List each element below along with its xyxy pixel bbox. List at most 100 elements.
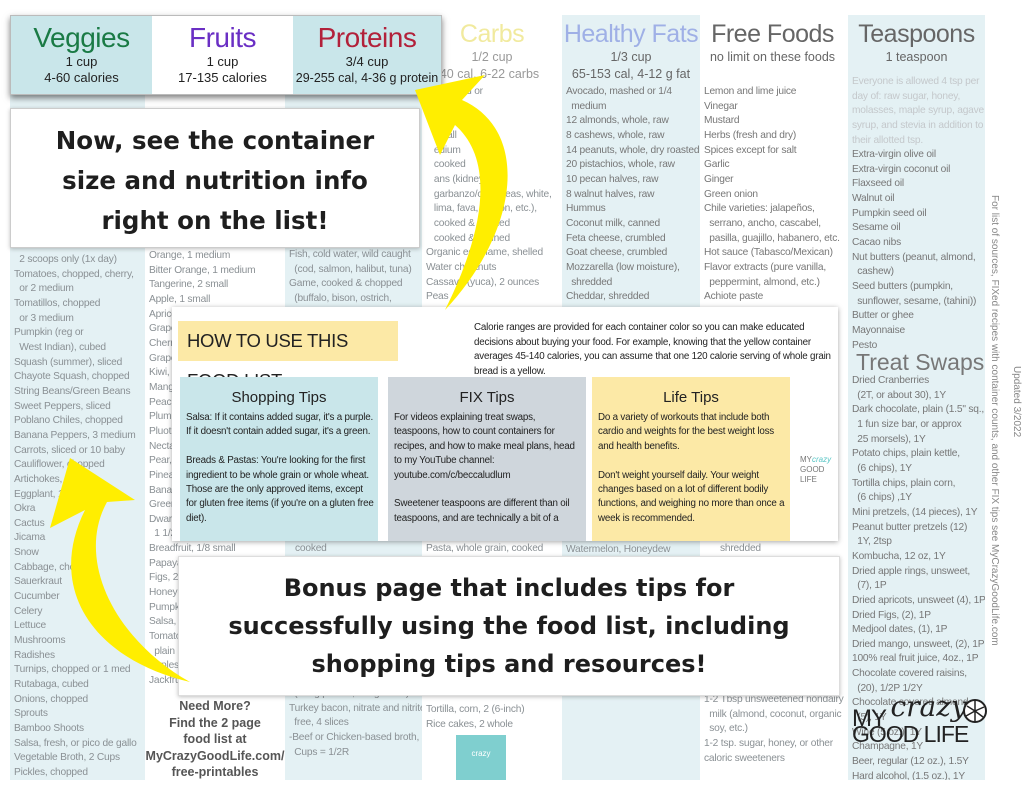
list-item: 25 morsels), 1Y — [852, 433, 926, 445]
list-item: Butter or ghee — [852, 310, 914, 322]
healthy-fats-info: 65-153 cal, 4-12 g fat — [571, 67, 691, 81]
list-item: Flavor extracts (pure vanilla, — [704, 261, 826, 273]
header-size: 1 cup — [206, 54, 239, 69]
list-item: Bitter Orange, 1 medium — [149, 264, 256, 276]
list-item: Kombucha, 12 oz, 1Y — [852, 550, 946, 562]
list-item: 2 scoops only (1x day) — [14, 254, 117, 265]
tip-title: Life Tips — [663, 389, 719, 406]
need-more-line: Need More? — [179, 699, 251, 713]
how-to-title: HOW TO USE THIS FOOD LIST — [178, 321, 398, 391]
list-item: day of: raw sugar, honey, — [852, 90, 961, 102]
list-item: Walnut oil — [852, 192, 895, 204]
list-item: Turkey bacon, nitrate and nitrite — [289, 702, 422, 714]
list-item: Mini pretzels, (14 pieces), 1Y — [852, 506, 978, 518]
list-item: Goat cheese, crumbled — [566, 247, 668, 259]
list-item: milk (almond, coconut, organic — [704, 708, 842, 720]
tip-title: Shopping Tips — [231, 389, 327, 406]
list-item: their allotted tsp. — [852, 134, 923, 146]
lemon-slice-icon — [963, 699, 987, 723]
list-item: 8 walnut halves, raw — [566, 188, 655, 200]
need-more-line: food list at — [183, 732, 247, 746]
list-item: pasilla, guajillo, habanero, etc. — [704, 232, 840, 244]
list-item: Dark chocolate, plain (1.5" sq., — [852, 404, 984, 416]
list-item: or 3 medium — [14, 312, 74, 324]
list-item: medium — [566, 100, 607, 112]
list-item: 100% real fruit juice, 4oz., 1P — [852, 653, 979, 665]
list-item: West Indian), cubed — [14, 341, 106, 353]
list-item: (6 chips), 1Y — [852, 462, 912, 474]
healthy-fats-title: Healthy Fats — [563, 20, 699, 48]
list-item: Bamboo Shoots — [14, 723, 84, 734]
header-size: 1 cup — [65, 54, 98, 69]
updated-date: Updated 3/2022 — [1011, 366, 1022, 438]
shopping-tips: Shopping Tips Salsa: If it contains adde… — [180, 377, 378, 541]
list-item: Everyone is allowed 4 tsp per — [852, 76, 980, 87]
list-item: Potato chips, plain kettle, — [852, 448, 960, 460]
list-item: Onions, chopped — [14, 693, 89, 705]
list-item: Chocolate covered raisins, — [852, 668, 967, 680]
proteins-mid: cooked — [295, 543, 327, 554]
header-info: 17-135 calories — [178, 70, 267, 85]
list-item: Tomatillos, chopped — [14, 297, 101, 309]
list-item: Hot sauce (Tabasco/Mexican) — [704, 247, 833, 259]
list-item: Feta cheese, crumbled — [566, 232, 666, 244]
list-item: Coconut milk, canned — [566, 217, 660, 229]
list-item: Now, see the container — [55, 126, 375, 155]
list-item: Dried apricots, unsweet (4), 1P — [852, 594, 985, 606]
list-item: 10 pecan halves, raw — [566, 173, 659, 185]
list-item: Banana Peppers, 3 medium — [14, 429, 136, 441]
list-item: Flaxseed oil — [852, 178, 904, 190]
teaspoons-title: Teaspoons — [858, 20, 975, 48]
list-item: 1-2 tsp. sugar, honey, or other — [704, 737, 833, 749]
need-more-link[interactable]: free-printables — [145, 764, 285, 781]
list-item: serrano, ancho, cascabel, — [704, 217, 821, 229]
logo-crazy: crazy — [890, 690, 967, 723]
list-item: Tangerine, 2 small — [149, 279, 229, 291]
list-item: Cacao nibs — [852, 236, 901, 248]
carbs-mid: Pasta, whole grain, cooked — [426, 543, 544, 554]
list-item: Tortilla chips, plain corn, — [852, 477, 956, 489]
list-item: Seed butters (pumpkin, — [852, 280, 953, 292]
list-item: 1Y, 2tsp — [852, 536, 892, 548]
container-header: Veggies 1 cup 4-60 calories Fruits 1 cup… — [10, 15, 442, 95]
list-item: Spices except for salt — [704, 144, 797, 156]
list-item: Mustard — [704, 115, 740, 127]
list-item: Beer, regular (12 oz.), 1.5Y — [852, 756, 969, 768]
free-foods-list: Lemon and lime juice Vinegar Mustard Herbs … — [704, 85, 843, 305]
free-foods-subtitle: no limit on these foods — [709, 50, 836, 64]
list-item: 8 cashews, whole, raw — [566, 129, 665, 141]
list-item: Dried Figs, (2), 1P — [852, 609, 931, 621]
carbs-bottom: Tortilla, corn, 2 (6-inch) Rice cakes, 2 … — [426, 703, 560, 732]
list-item: caloric sweeteners — [704, 752, 785, 764]
teaspoons-list: Extra-virgin olive oil Extra-virgin cocon… — [852, 148, 983, 353]
how-to-intro: Calorie ranges are provided for each con… — [474, 322, 831, 377]
list-item: free, 4 slices — [289, 717, 349, 729]
header-veggies: Veggies 1 cup 4-60 calories — [11, 16, 152, 94]
list-item: cashew) — [852, 266, 894, 278]
logo-my: MY — [800, 455, 812, 464]
callout-bottom: Bonus page that includes tips for success… — [178, 556, 840, 696]
fix-tips: FIX Tips For videos explaining treat swa… — [388, 377, 586, 541]
list-item: Mayonnaise — [852, 324, 905, 336]
list-item: 14 peanuts, whole, dry roasted — [566, 144, 700, 156]
healthy-fats-size: 1/3 cup — [610, 50, 652, 64]
arrow-bottom-icon — [50, 458, 190, 682]
logo-good-life: GOOD LIFE — [852, 721, 969, 747]
list-item: Chayote Squash, chopped — [14, 371, 130, 383]
need-more-link[interactable]: MyCrazyGoodLife.com/ — [145, 748, 285, 765]
list-item: syrup, and stevia in addition to — [852, 119, 984, 131]
list-item: Achiote paste — [704, 291, 764, 303]
list-item: Chile varieties: jalapeños, — [704, 203, 815, 215]
list-item: Lemon and lime juice — [704, 86, 797, 97]
treat-swaps-title: Treat Swaps — [856, 349, 985, 375]
list-item: shopping tips and resources! — [311, 650, 707, 678]
need-more-line: Find the 2 page — [169, 715, 261, 730]
list-item: or 2 medium — [14, 283, 74, 295]
callout-top: Now, see the container size and nutrition… — [10, 108, 420, 248]
list-item: Rice cakes, 2 whole — [426, 718, 513, 730]
need-more-note: Need More? Find the 2 page food list at … — [145, 698, 285, 781]
list-item: Bonus page that includes tips for — [283, 574, 735, 602]
list-item: Cups = 1/2R — [289, 746, 349, 758]
logo-crazy: crazy — [812, 455, 832, 464]
list-item: Medjool dates, (1), 1P — [852, 624, 948, 636]
